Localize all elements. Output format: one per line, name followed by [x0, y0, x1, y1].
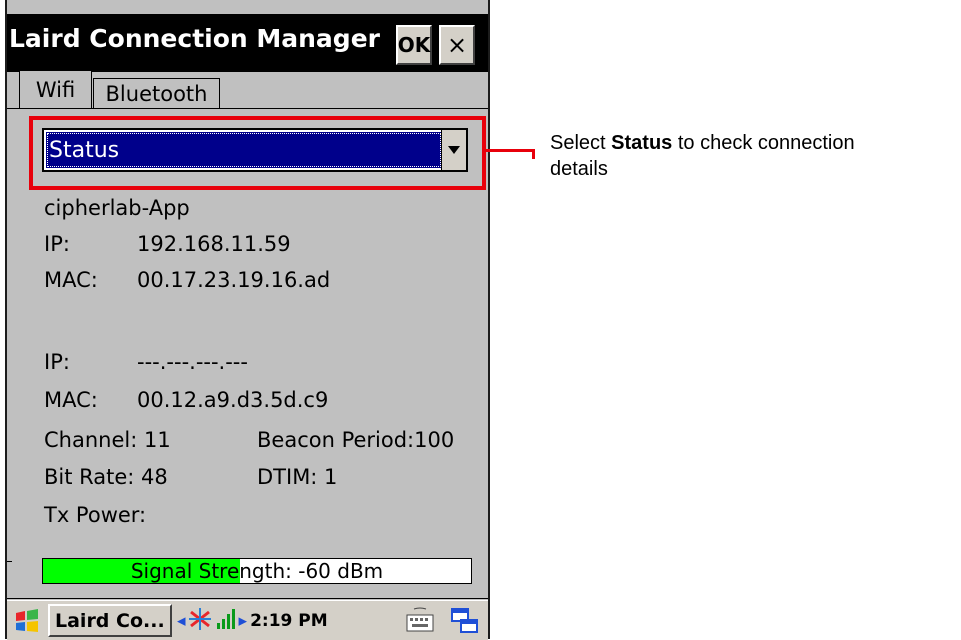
- tab-bluetooth[interactable]: Bluetooth: [93, 78, 220, 108]
- mac-label: MAC:: [44, 268, 98, 292]
- mac2-label: MAC:: [44, 388, 98, 412]
- callout-connector-tick: [532, 149, 535, 159]
- window-title: Laird Connection Manager: [9, 24, 380, 53]
- view-dropdown[interactable]: Status: [42, 128, 468, 172]
- tray-left-arrow-icon[interactable]: ◂: [177, 611, 186, 631]
- title-bar: Laird Connection Manager OK ×: [7, 14, 488, 72]
- tray-right-arrow-icon[interactable]: ▸: [239, 611, 248, 631]
- callout-prefix: Select: [550, 132, 612, 154]
- dropdown-selected-value: Status: [46, 132, 442, 168]
- ip-label: IP:: [44, 232, 70, 256]
- mac2-value: 00.12.a9.d3.5d.c9: [137, 388, 329, 412]
- network-status-icon[interactable]: [188, 607, 213, 635]
- device-screen: Laird Connection Manager OK × Wifi Bluet…: [5, 0, 490, 640]
- callout-connector-line: [484, 149, 534, 152]
- signal-bars-icon[interactable]: [216, 608, 236, 634]
- tab-wifi[interactable]: Wifi: [19, 70, 92, 108]
- window-switch-icon[interactable]: [450, 607, 480, 635]
- dropdown-arrow-icon[interactable]: [441, 130, 466, 170]
- callout-bold: Status: [611, 132, 673, 154]
- signal-strength-label: Signal Strength: -60 dBm: [130, 559, 384, 583]
- beacon-period-text: Beacon Period:100: [257, 428, 455, 452]
- ip2-label: IP:: [44, 350, 70, 374]
- callout-suffix: to check connection: [672, 132, 855, 154]
- tx-power-text: Tx Power:: [44, 503, 147, 527]
- callout-line2: details: [550, 158, 608, 180]
- channel-text: Channel: 11: [44, 428, 171, 452]
- ok-button[interactable]: OK: [396, 25, 432, 65]
- ssid-text: cipherlab-App: [44, 196, 190, 220]
- keyboard-icon[interactable]: [405, 607, 435, 633]
- tab-divider: [7, 108, 488, 109]
- clock-text[interactable]: 2:19 PM: [250, 611, 328, 631]
- ip2-value: ---.---.---.---: [137, 350, 248, 374]
- left-tick: [7, 561, 12, 562]
- signal-strength-bar: Signal Strength: -60 dBm: [42, 558, 472, 584]
- bit-rate-text: Bit Rate: 48: [44, 465, 168, 489]
- system-tray: ◂ ▸ 2:19 PM: [177, 606, 328, 636]
- tab-strip: Wifi Bluetooth: [7, 70, 488, 108]
- close-button[interactable]: ×: [439, 25, 475, 65]
- start-icon[interactable]: [13, 609, 41, 633]
- taskbar-app-button[interactable]: Laird Co...: [48, 604, 172, 637]
- dtim-text: DTIM: 1: [257, 465, 338, 489]
- mac-value: 00.17.23.19.16.ad: [137, 268, 331, 292]
- taskbar: Laird Co... ◂ ▸ 2:19 PM: [7, 600, 488, 640]
- callout-annotation: Select Status to check connection detail…: [550, 130, 855, 182]
- ip-value: 192.168.11.59: [137, 232, 291, 256]
- content-bottom-line: [7, 598, 488, 599]
